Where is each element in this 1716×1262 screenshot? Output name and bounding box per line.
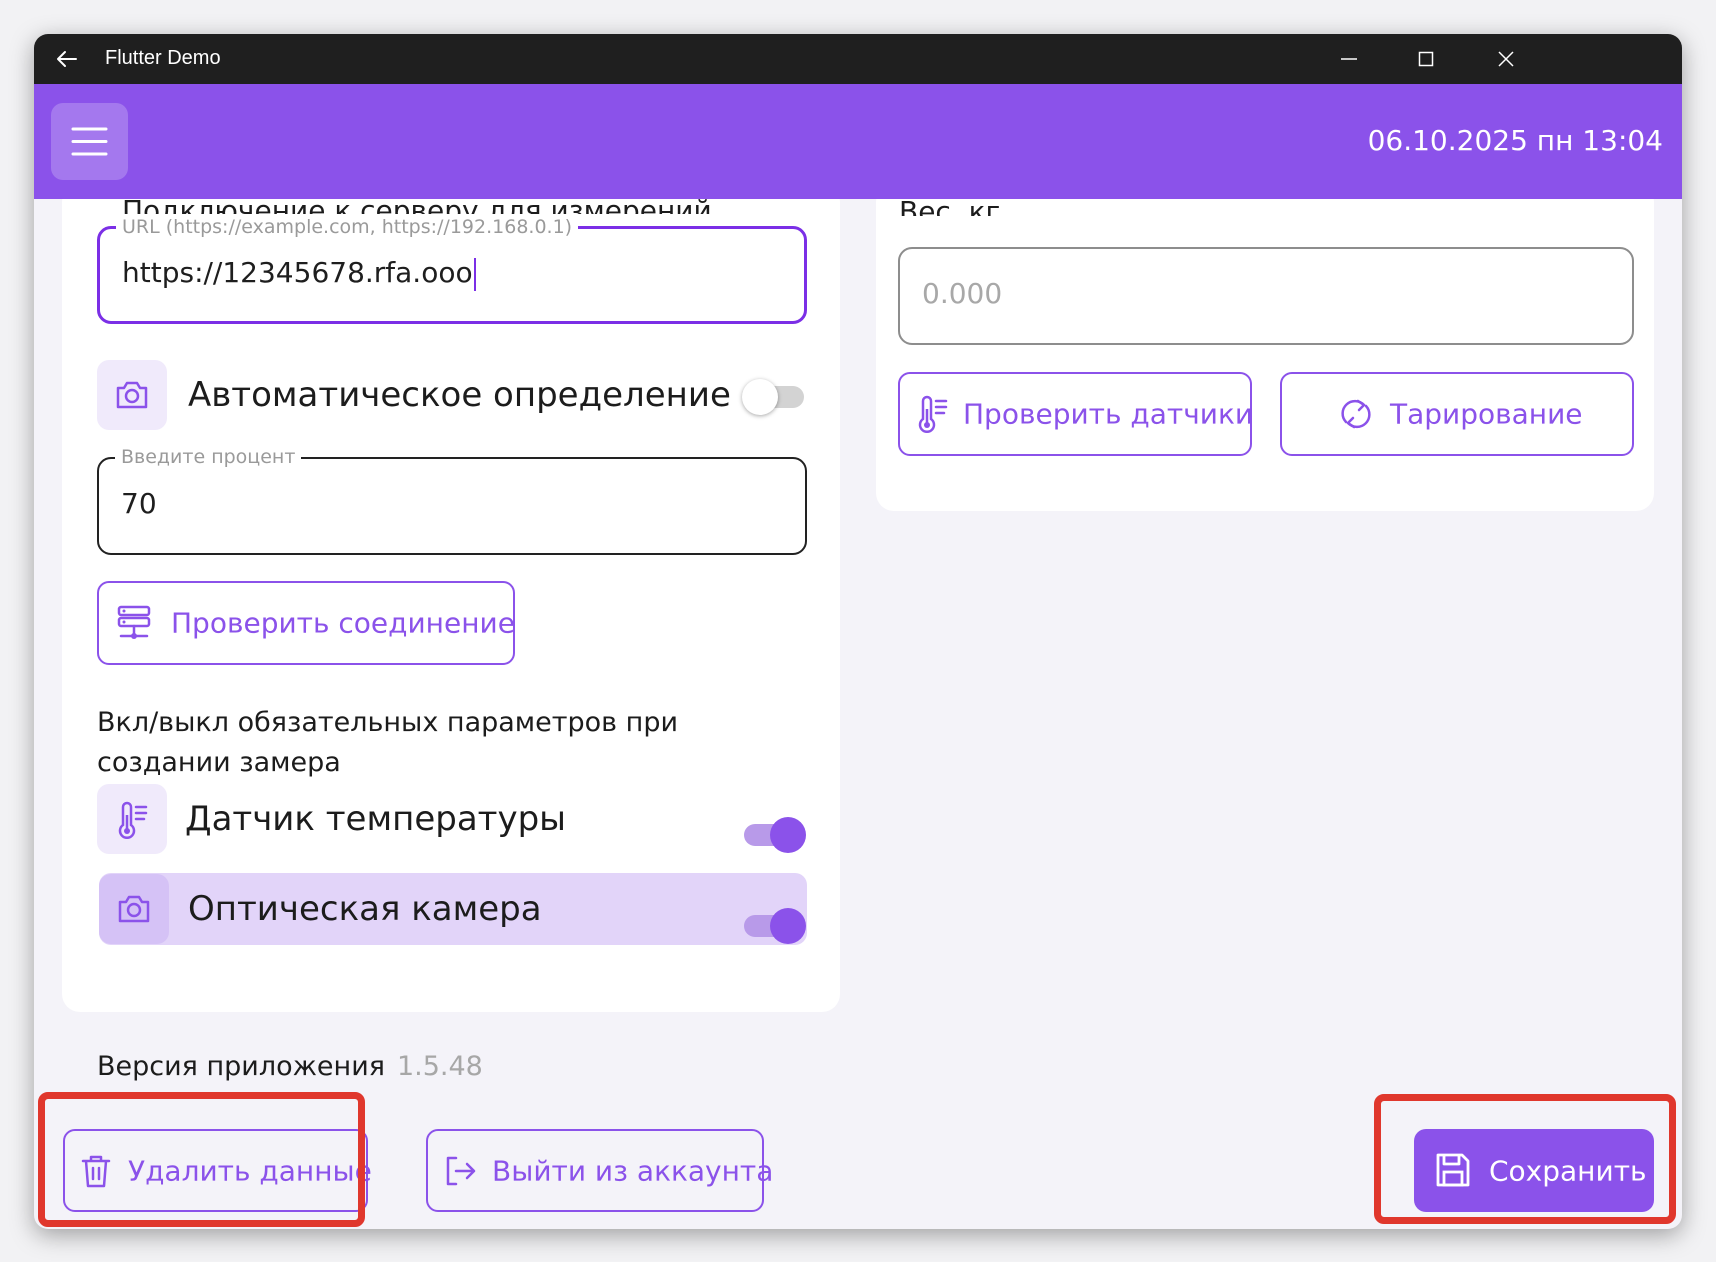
logout-button[interactable]: Выйти из аккаунта <box>426 1129 773 1212</box>
back-arrow-icon[interactable] <box>52 44 82 74</box>
toggle-knob <box>742 379 778 415</box>
url-field[interactable]: URL (https://example.com, https://192.16… <box>97 216 807 324</box>
server-icon <box>117 605 151 639</box>
settings-card-right <box>876 184 1654 511</box>
maximize-icon[interactable] <box>1411 44 1441 74</box>
highlight-box-save <box>1374 1094 1676 1224</box>
optical-camera-icon-box <box>99 874 169 944</box>
check-sensors-button[interactable]: Проверить датчики <box>898 372 1254 456</box>
tare-label: Тарирование <box>1390 397 1583 431</box>
required-params-text: Вкл/выкл обязательных параметров при соз… <box>97 707 679 778</box>
toggle-knob <box>770 908 806 944</box>
text-cursor <box>473 257 476 291</box>
percent-field-label: Введите процент <box>115 446 302 468</box>
optical-camera-toggle[interactable] <box>742 905 806 945</box>
app-version-label: Версия приложения <box>97 1051 385 1082</box>
percent-field-value[interactable]: 70 <box>121 487 157 520</box>
menu-button[interactable] <box>51 103 128 180</box>
check-connection-button[interactable]: Проверить соединение <box>97 581 515 665</box>
thermometer-icon <box>918 395 948 433</box>
app-version-number: 1.5.48 <box>396 1051 483 1082</box>
thermometer-icon <box>118 801 148 839</box>
minimize-icon[interactable] <box>1334 44 1364 74</box>
app-version: Версия приложения 1.5.48 <box>97 1051 483 1082</box>
highlight-box-delete <box>38 1092 365 1227</box>
url-field-value[interactable]: https://12345678.rfa.ooo <box>122 256 476 291</box>
title-bar: Flutter Demo <box>34 34 1682 84</box>
check-sensors-label: Проверить датчики <box>963 397 1254 431</box>
temp-sensor-toggle[interactable] <box>742 814 806 854</box>
temp-sensor-label: Датчик температуры <box>185 799 567 839</box>
weight-field[interactable]: 0.000 <box>898 247 1634 345</box>
auto-detect-label: Автоматическое определение <box>188 375 731 415</box>
menu-icon <box>71 127 108 156</box>
logout-icon <box>446 1156 476 1185</box>
tare-button[interactable]: Тарирование <box>1280 372 1634 456</box>
window-title: Flutter Demo <box>105 47 221 69</box>
logout-label: Выйти из аккаунта <box>492 1154 774 1187</box>
weight-field-placeholder: 0.000 <box>922 277 1003 310</box>
auto-detect-icon-box <box>97 360 167 430</box>
datetime-label: 06.10.2025 пн 13:04 <box>1367 124 1663 157</box>
camera-icon <box>118 895 150 923</box>
url-field-label: URL (https://example.com, https://192.16… <box>116 216 579 238</box>
percent-field[interactable]: Введите процент 70 <box>97 446 807 555</box>
camera-icon <box>116 381 148 409</box>
close-icon[interactable] <box>1491 44 1521 74</box>
check-connection-label: Проверить соединение <box>171 606 515 640</box>
optical-camera-label: Оптическая камера <box>188 889 542 929</box>
toggle-knob <box>770 817 806 853</box>
app-window: Flutter Demo 06.10.2025 пн 13:04 Подключ… <box>34 34 1682 1229</box>
temp-sensor-icon-box <box>97 784 167 854</box>
app-bar: 06.10.2025 пн 13:04 <box>34 84 1682 199</box>
auto-detect-toggle[interactable] <box>742 376 806 416</box>
refresh-icon <box>1341 399 1371 429</box>
